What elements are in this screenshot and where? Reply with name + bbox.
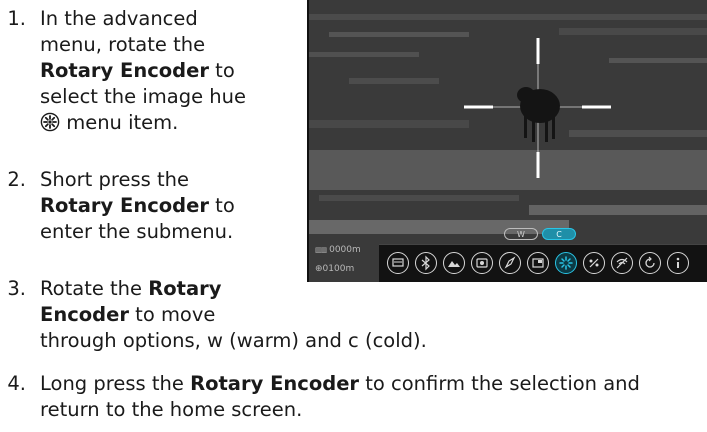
image-hue-icon [40, 112, 60, 132]
step-number: 1. [7, 7, 26, 30]
recording-icon[interactable] [471, 252, 493, 274]
distance-readout: ⊕0100m [315, 264, 355, 274]
text-line: through options, w (warm) and c (cold). [40, 329, 427, 352]
device-screen: ▥▥ 0000m ⊕0100m W C [307, 0, 707, 282]
text-line: select the image hue [40, 85, 246, 108]
step-text: In the advanced menu, rotate the Rotary … [40, 6, 246, 136]
units-icon[interactable] [583, 252, 605, 274]
emphasis: Rotary Encoder [40, 194, 209, 217]
bluetooth-icon[interactable] [415, 252, 437, 274]
wifi-off-icon[interactable] [611, 252, 633, 274]
emphasis: Encoder [40, 303, 129, 326]
text-line: In the advanced [40, 7, 198, 30]
text: to confirm the selection and [359, 372, 640, 395]
image-mode-icon[interactable] [443, 252, 465, 274]
text-line: Short press the [40, 168, 190, 191]
text: to [208, 59, 235, 82]
image-hue-icon[interactable] [555, 252, 577, 274]
text-line: Long press the Rotary Encoder to confirm… [40, 371, 640, 397]
emphasis: Rotary [148, 277, 222, 300]
step-number: 4. [7, 372, 26, 395]
step-text: Rotate the Rotary Encoder to move throug… [40, 276, 427, 354]
text-line: menu item. [40, 110, 246, 136]
display-icon[interactable] [387, 252, 409, 274]
step-text: Long press the Rotary Encoder to confirm… [40, 371, 640, 423]
text: to [208, 194, 235, 217]
step-text: Short press the Rotary Encoder to enter … [40, 167, 235, 245]
step-number: 3. [7, 277, 26, 300]
text-line: return to the home screen. [40, 398, 303, 421]
reset-icon[interactable] [639, 252, 661, 274]
emphasis: Rotary Encoder [40, 59, 209, 82]
text: menu item. [60, 111, 179, 134]
text-line: enter the submenu. [40, 220, 234, 243]
menu-bar [379, 244, 707, 282]
text-line: Rotary Encoder to [40, 58, 246, 84]
text-line: Rotary Encoder to [40, 193, 235, 219]
emphasis: Rotary Encoder [190, 372, 360, 395]
compass-icon[interactable] [499, 252, 521, 274]
text-line: menu, rotate the [40, 33, 206, 56]
rangefinder-readout: ▥▥ 0000m [315, 245, 361, 255]
text: to move [128, 303, 216, 326]
hue-option-cold[interactable]: C [542, 228, 576, 240]
text-line: Encoder to move [40, 302, 427, 328]
pip-icon[interactable] [527, 252, 549, 274]
step-number: 2. [7, 168, 26, 191]
text: Rotate the [40, 277, 149, 300]
text: Long press the [40, 372, 191, 395]
hue-option-warm[interactable]: W [504, 228, 538, 240]
info-icon[interactable] [667, 252, 689, 274]
